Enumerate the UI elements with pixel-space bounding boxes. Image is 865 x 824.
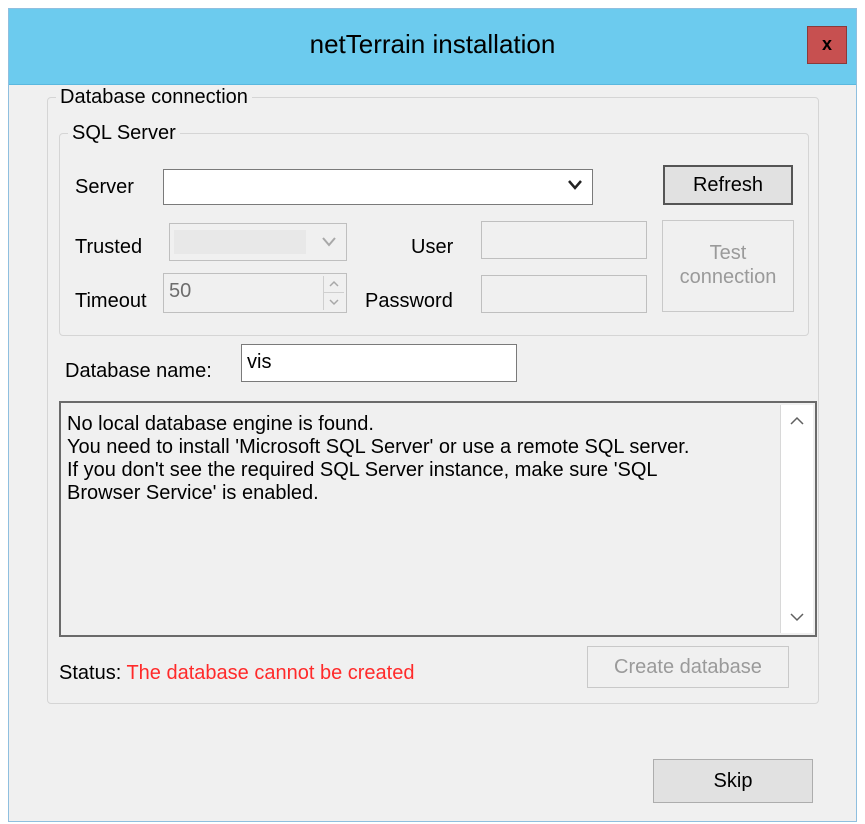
create-database-button[interactable]: Create database [587,646,789,688]
scroll-down-icon[interactable] [781,601,813,633]
sql-server-legend: SQL Server [68,121,180,145]
close-button[interactable]: x [807,26,847,64]
password-input[interactable] [481,275,647,313]
user-input[interactable] [481,221,647,259]
scroll-up-icon[interactable] [781,405,813,437]
message-text: No local database engine is found. You n… [67,413,690,504]
database-name-input[interactable]: vis [241,344,517,382]
database-name-value: vis [247,351,272,373]
trusted-combobox[interactable] [169,223,347,261]
skip-button[interactable]: Skip [653,759,813,803]
test-connection-button[interactable]: Test connection [662,220,794,312]
spin-down-icon[interactable] [324,293,344,310]
server-combobox[interactable] [163,169,593,205]
installer-window: netTerrain installation x Database conne… [8,8,857,822]
title-bar[interactable]: netTerrain installation x [9,9,856,85]
timeout-stepper[interactable]: 50 [163,273,347,313]
user-label: User [411,236,454,258]
status-label: Status: [59,662,122,684]
timeout-spin-buttons[interactable] [323,276,344,310]
password-label: Password [365,290,453,312]
database-name-label: Database name: [65,360,212,382]
chevron-down-icon [568,180,582,190]
timeout-label: Timeout [75,290,147,312]
server-label: Server [75,176,134,198]
status-value: The database cannot be created [126,662,415,684]
status-line: Status: The database cannot be created [59,662,414,685]
vertical-scrollbar[interactable] [780,405,813,633]
database-connection-legend: Database connection [56,85,252,109]
refresh-button[interactable]: Refresh [663,165,793,205]
spin-up-icon[interactable] [324,276,344,293]
message-textbox[interactable]: No local database engine is found. You n… [59,401,817,637]
timeout-value: 50 [169,280,192,302]
trusted-label: Trusted [75,236,143,258]
chevron-down-icon [322,237,336,247]
window-title: netTerrain installation [309,29,556,59]
